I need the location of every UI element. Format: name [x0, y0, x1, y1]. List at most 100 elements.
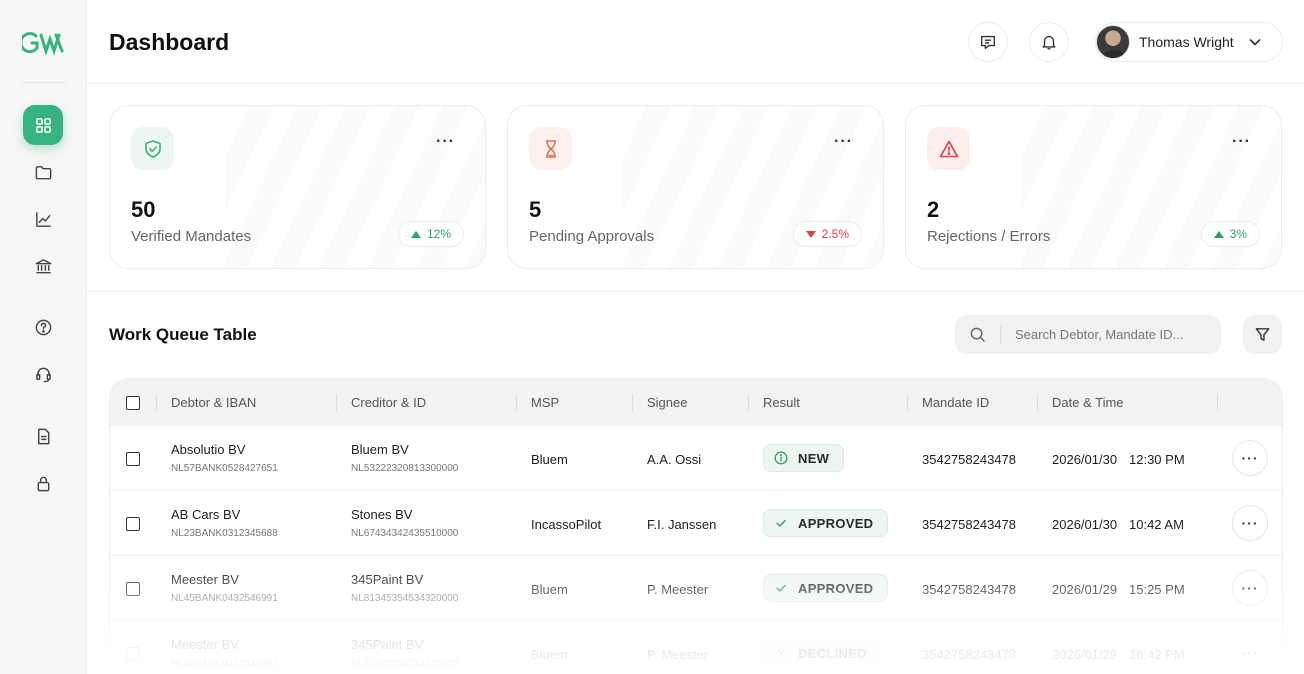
- debtor-iban: NL45BANK0432546991: [171, 593, 278, 604]
- row-more-button[interactable]: ···: [1232, 635, 1268, 671]
- creditor-id: NL81345354534320000: [351, 593, 459, 604]
- stat-label: Verified Mandates: [131, 228, 252, 245]
- row-checkbox[interactable]: [126, 517, 140, 531]
- lock-icon: [37, 476, 49, 491]
- info-icon: [774, 451, 788, 465]
- debtor-iban: NL57BANK0528427651: [171, 463, 278, 474]
- stat-icon-wrap: [927, 127, 970, 170]
- shield-check-icon: [144, 139, 161, 158]
- column-header[interactable]: Signee: [647, 395, 687, 410]
- trend-up-icon: [1213, 230, 1224, 238]
- bell-icon: [1042, 35, 1056, 50]
- more-options-button[interactable]: ···: [436, 134, 455, 150]
- mandate-id: 3542758243478: [922, 452, 1016, 467]
- column-header[interactable]: Mandate ID: [922, 395, 989, 410]
- stat-card-rejections: ··· 2 Rejections / Errors 3%: [905, 105, 1282, 269]
- creditor-name: 345Paint BV: [351, 637, 424, 652]
- table-row[interactable]: Absolutio BV NL57BANK0528427651 Bluem BV…: [110, 426, 1282, 491]
- row-more-button[interactable]: ···: [1232, 505, 1268, 541]
- hourglass-icon: [545, 139, 556, 158]
- debtor-name: Meester BV: [171, 637, 239, 652]
- creditor-name: Bluem BV: [351, 442, 409, 457]
- debtor-name: Meester BV: [171, 572, 239, 587]
- status-text: APPROVED: [798, 580, 874, 596]
- time: 10:42 AM: [1129, 517, 1184, 532]
- status-text: NEW: [798, 450, 830, 466]
- debtor-name: AB Cars BV: [171, 507, 241, 522]
- stat-change-value: 2.5%: [821, 227, 849, 241]
- table-row[interactable]: Meester BV NL45BANK0432546991 345Paint B…: [110, 556, 1282, 621]
- filter-button[interactable]: [1243, 315, 1282, 354]
- search-icon: [970, 327, 985, 342]
- sidebar-item-documents[interactable]: [23, 416, 63, 456]
- sidebar: [0, 0, 87, 674]
- column-header[interactable]: Result: [763, 395, 800, 410]
- stat-change-badge: 12%: [397, 221, 464, 247]
- stat-label: Pending Approvals: [529, 228, 655, 245]
- status-badge: NEW: [763, 444, 845, 472]
- more-options-button[interactable]: ···: [834, 134, 853, 150]
- stat-icon-wrap: [529, 127, 572, 170]
- select-all-checkbox[interactable]: [126, 396, 140, 410]
- stat-value: 50: [131, 197, 156, 222]
- sidebar-item-security[interactable]: [23, 463, 63, 503]
- sidebar-item-files[interactable]: [23, 152, 63, 192]
- mandate-id: 3542758243478: [922, 647, 1016, 662]
- msp: Bluem: [531, 647, 568, 662]
- help-icon: [35, 319, 51, 335]
- user-menu[interactable]: Thomas Wright: [1095, 22, 1283, 62]
- column-header[interactable]: Date & Time: [1052, 395, 1124, 410]
- search-bar: [955, 315, 1221, 354]
- chat-icon: [981, 35, 995, 49]
- chart-icon: [35, 211, 51, 227]
- document-icon: [37, 428, 49, 444]
- table-row[interactable]: Meester BV NL45BANK0432546991 345Paint B…: [110, 621, 1282, 674]
- sidebar-item-analytics[interactable]: [23, 199, 63, 239]
- check-icon: [776, 584, 786, 592]
- date: 2026/01/30: [1052, 452, 1118, 467]
- creditor-id: NL81345354534320000: [351, 658, 459, 669]
- row-more-button[interactable]: ···: [1232, 570, 1268, 606]
- stat-card-verified: ··· 50 Verified Mandates 12%: [109, 105, 486, 269]
- creditor-id: NL67434342435510000: [351, 528, 459, 539]
- table-header: Debtor & IBAN Creditor & ID MSP Signee R…: [110, 379, 1282, 426]
- page-title: Dashboard: [109, 29, 230, 55]
- messages-button[interactable]: [968, 22, 1008, 62]
- creditor-name: 345Paint BV: [351, 572, 424, 587]
- sidebar-item-support[interactable]: [23, 354, 63, 394]
- creditor-name: Stones BV: [351, 507, 413, 522]
- time: 16:42 PM: [1129, 647, 1185, 662]
- column-header[interactable]: MSP: [531, 395, 559, 410]
- headset-icon: [35, 367, 51, 382]
- app-logo[interactable]: [19, 30, 66, 56]
- more-options-button[interactable]: ···: [1232, 134, 1251, 150]
- column-header[interactable]: Creditor & ID: [351, 395, 426, 410]
- table-row[interactable]: AB Cars BV NL23BANK0312345688 Stones BV …: [110, 491, 1282, 556]
- creditor-id: NL53222320813300000: [351, 463, 459, 474]
- stat-change-badge: 2.5%: [792, 221, 862, 247]
- filter-icon: [1255, 328, 1270, 341]
- notifications-button[interactable]: [1029, 22, 1069, 62]
- user-name: Thomas Wright: [1139, 34, 1234, 50]
- search-input[interactable]: [1015, 327, 1205, 342]
- msp: Bluem: [531, 582, 568, 597]
- status-badge: DECLINED: [763, 639, 882, 667]
- time: 15:25 PM: [1129, 582, 1185, 597]
- column-header[interactable]: Debtor & IBAN: [171, 395, 256, 410]
- date: 2026/01/29: [1052, 582, 1118, 597]
- row-checkbox[interactable]: [126, 582, 140, 596]
- sidebar-item-bank[interactable]: [23, 246, 63, 286]
- warning-icon: [939, 140, 958, 157]
- signee: A.A. Ossi: [647, 452, 702, 467]
- sidebar-item-help[interactable]: [23, 307, 63, 347]
- stat-change-value: 3%: [1229, 227, 1247, 241]
- row-checkbox[interactable]: [126, 647, 140, 661]
- x-icon: [777, 649, 785, 657]
- row-more-button[interactable]: ···: [1232, 440, 1268, 476]
- row-checkbox[interactable]: [126, 452, 140, 466]
- signee: F.I. Janssen: [647, 517, 717, 532]
- sidebar-divider: [22, 82, 66, 83]
- sidebar-item-dashboard[interactable]: [23, 105, 63, 145]
- check-icon: [776, 519, 786, 527]
- msp: Bluem: [531, 452, 568, 467]
